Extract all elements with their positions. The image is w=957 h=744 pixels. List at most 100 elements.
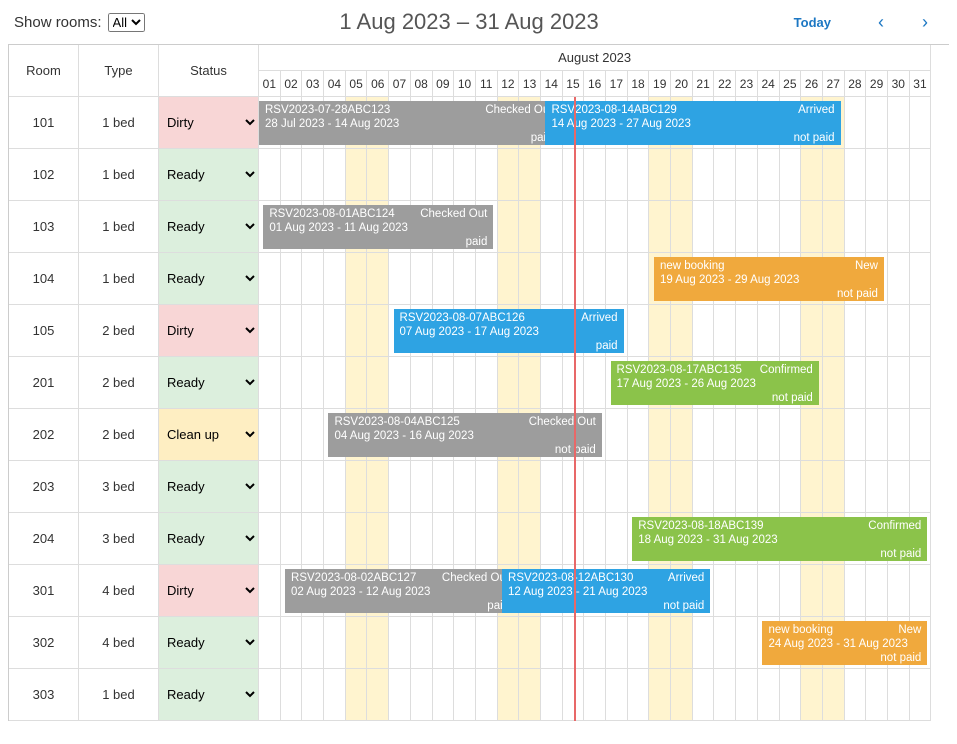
timeline-cell[interactable] bbox=[433, 253, 455, 305]
timeline-cell[interactable] bbox=[389, 357, 411, 409]
status-select[interactable]: ReadyDirtyClean up bbox=[159, 461, 258, 512]
filter-select[interactable]: All bbox=[108, 13, 145, 32]
timeline-cell[interactable] bbox=[281, 513, 303, 565]
timeline-cell[interactable] bbox=[411, 149, 433, 201]
timeline-cell[interactable] bbox=[433, 149, 455, 201]
timeline-cell[interactable] bbox=[671, 149, 693, 201]
timeline-cell[interactable] bbox=[888, 149, 910, 201]
timeline-cell[interactable] bbox=[910, 565, 932, 617]
timeline-cell[interactable] bbox=[649, 201, 671, 253]
timeline-cell[interactable] bbox=[476, 513, 498, 565]
timeline-cell[interactable] bbox=[281, 617, 303, 669]
timeline-cell[interactable] bbox=[324, 617, 346, 669]
timeline-cell[interactable] bbox=[628, 669, 650, 721]
timeline-cell[interactable] bbox=[389, 149, 411, 201]
timeline-cell[interactable] bbox=[649, 461, 671, 513]
timeline-cell[interactable] bbox=[476, 461, 498, 513]
timeline-cell[interactable] bbox=[454, 617, 476, 669]
timeline-cell[interactable] bbox=[563, 513, 585, 565]
timeline-cell[interactable] bbox=[541, 461, 563, 513]
timeline-cell[interactable] bbox=[584, 669, 606, 721]
timeline-cell[interactable] bbox=[671, 669, 693, 721]
today-button[interactable]: Today bbox=[794, 15, 831, 30]
timeline-cell[interactable] bbox=[302, 513, 324, 565]
timeline-cell[interactable] bbox=[302, 305, 324, 357]
status-select[interactable]: ReadyDirtyClean up bbox=[159, 669, 258, 720]
timeline-cell[interactable] bbox=[541, 253, 563, 305]
timeline-cell[interactable] bbox=[584, 461, 606, 513]
timeline-cell[interactable] bbox=[671, 201, 693, 253]
timeline-cell[interactable] bbox=[346, 149, 368, 201]
timeline-cell[interactable] bbox=[519, 461, 541, 513]
booking[interactable]: RSV2023-08-02ABC127Checked Out02 Aug 202… bbox=[285, 569, 515, 613]
timeline-cell[interactable] bbox=[888, 305, 910, 357]
timeline-cell[interactable] bbox=[780, 149, 802, 201]
timeline-cell[interactable] bbox=[845, 97, 867, 149]
booking[interactable]: RSV2023-08-18ABC139Confirmed18 Aug 2023 … bbox=[632, 517, 927, 561]
timeline-cell[interactable] bbox=[281, 409, 303, 461]
timeline-cell[interactable] bbox=[259, 461, 281, 513]
timeline-cell[interactable] bbox=[259, 617, 281, 669]
timeline-cell[interactable] bbox=[454, 253, 476, 305]
timeline-cell[interactable] bbox=[714, 305, 736, 357]
status-select[interactable]: ReadyDirtyClean up bbox=[159, 617, 258, 668]
timeline-cell[interactable] bbox=[693, 617, 715, 669]
timeline-cell[interactable] bbox=[758, 669, 780, 721]
timeline-cell[interactable] bbox=[910, 149, 932, 201]
timeline-cell[interactable] bbox=[606, 149, 628, 201]
timeline-cell[interactable] bbox=[606, 253, 628, 305]
timeline-cell[interactable] bbox=[823, 305, 845, 357]
timeline-cell[interactable] bbox=[693, 149, 715, 201]
timeline-cell[interactable] bbox=[845, 357, 867, 409]
timeline-cell[interactable] bbox=[324, 305, 346, 357]
timeline-cell[interactable] bbox=[910, 409, 932, 461]
timeline-cell[interactable] bbox=[910, 305, 932, 357]
timeline-cell[interactable] bbox=[736, 669, 758, 721]
timeline-cell[interactable] bbox=[302, 669, 324, 721]
timeline-cell[interactable] bbox=[302, 617, 324, 669]
timeline-cell[interactable] bbox=[302, 149, 324, 201]
timeline-cell[interactable] bbox=[498, 149, 520, 201]
timeline-cell[interactable] bbox=[259, 513, 281, 565]
timeline-cell[interactable] bbox=[411, 357, 433, 409]
timeline-cell[interactable] bbox=[454, 357, 476, 409]
timeline-cell[interactable] bbox=[910, 669, 932, 721]
timeline-cell[interactable] bbox=[584, 617, 606, 669]
booking[interactable]: RSV2023-08-17ABC135Confirmed17 Aug 2023 … bbox=[611, 361, 819, 405]
booking[interactable]: RSV2023-08-04ABC125Checked Out04 Aug 202… bbox=[328, 413, 601, 457]
timeline-cell[interactable] bbox=[671, 305, 693, 357]
timeline-cell[interactable] bbox=[346, 617, 368, 669]
timeline-cell[interactable] bbox=[714, 461, 736, 513]
timeline-cell[interactable] bbox=[693, 669, 715, 721]
timeline-cell[interactable] bbox=[433, 617, 455, 669]
timeline-cell[interactable] bbox=[888, 357, 910, 409]
timeline-cell[interactable] bbox=[758, 565, 780, 617]
timeline-cell[interactable] bbox=[519, 357, 541, 409]
timeline-cell[interactable] bbox=[433, 513, 455, 565]
timeline-cell[interactable] bbox=[888, 461, 910, 513]
timeline-cell[interactable] bbox=[866, 669, 888, 721]
timeline-cell[interactable] bbox=[324, 669, 346, 721]
timeline-cell[interactable] bbox=[628, 305, 650, 357]
timeline-cell[interactable] bbox=[606, 669, 628, 721]
timeline-cell[interactable] bbox=[628, 617, 650, 669]
timeline-cell[interactable] bbox=[346, 253, 368, 305]
timeline-cell[interactable] bbox=[563, 201, 585, 253]
status-select[interactable]: ReadyDirtyClean up bbox=[159, 409, 258, 460]
timeline-cell[interactable] bbox=[780, 669, 802, 721]
timeline-cell[interactable] bbox=[584, 149, 606, 201]
timeline-cell[interactable] bbox=[259, 305, 281, 357]
status-select[interactable]: ReadyDirtyClean up bbox=[159, 253, 258, 304]
timeline-cell[interactable] bbox=[714, 617, 736, 669]
timeline-cell[interactable] bbox=[693, 305, 715, 357]
timeline-cell[interactable] bbox=[736, 617, 758, 669]
timeline-cell[interactable] bbox=[780, 461, 802, 513]
timeline-cell[interactable] bbox=[801, 201, 823, 253]
timeline-cell[interactable] bbox=[519, 617, 541, 669]
timeline-cell[interactable] bbox=[606, 617, 628, 669]
timeline-cell[interactable] bbox=[389, 513, 411, 565]
timeline-cell[interactable] bbox=[519, 513, 541, 565]
timeline-cell[interactable] bbox=[714, 409, 736, 461]
timeline-cell[interactable] bbox=[584, 357, 606, 409]
timeline-cell[interactable] bbox=[367, 513, 389, 565]
